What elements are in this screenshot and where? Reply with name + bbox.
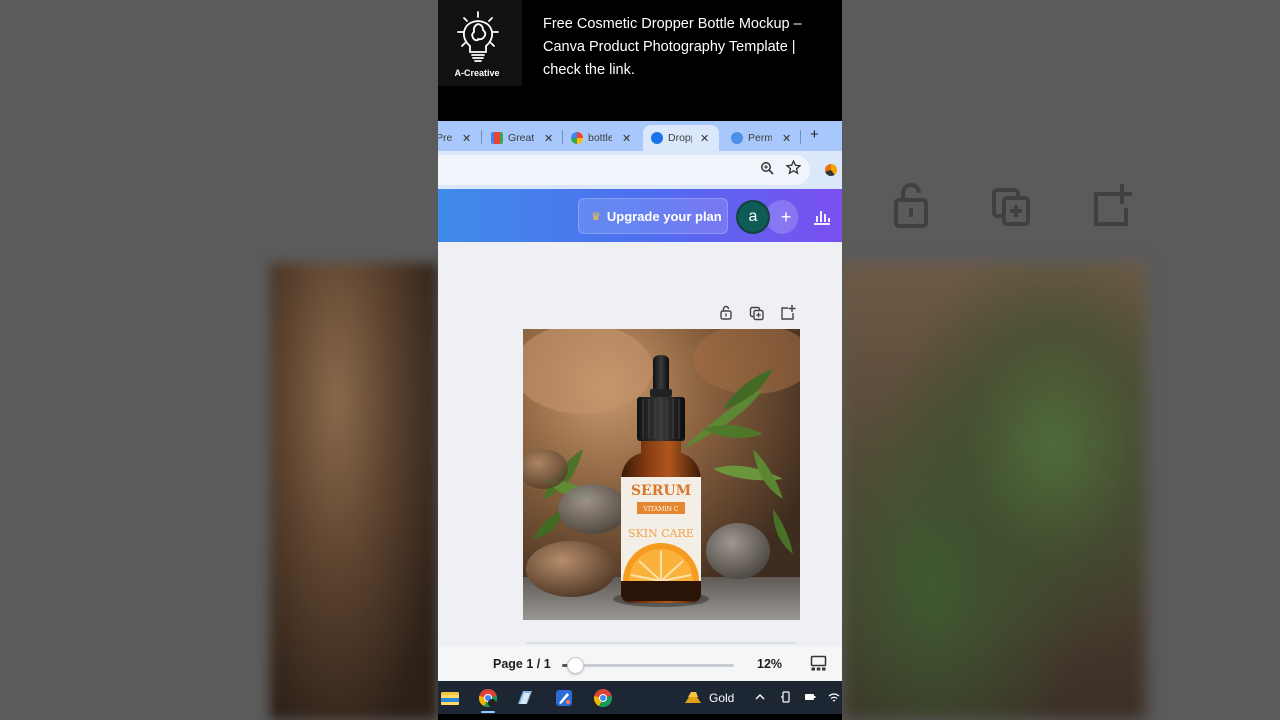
blurred-background-left — [0, 0, 438, 720]
label-title: SERUM — [631, 483, 691, 499]
tab-gmail[interactable]: Great ✕ — [491, 125, 553, 151]
gmail-icon — [491, 132, 503, 144]
address-row — [438, 151, 842, 189]
dropper-bottle-scene: SERUM VITAMIN C SKIN CARE — [523, 329, 800, 620]
blurred-photo-left — [270, 263, 438, 720]
new-tab-button[interactable]: + — [810, 126, 819, 143]
duplicate-icon — [992, 188, 1030, 226]
paint-app-icon[interactable] — [554, 688, 574, 708]
chrome-profile-icon[interactable] — [593, 688, 613, 708]
editor-footer: Page 1 / 1 12% — [438, 646, 842, 681]
close-tab-icon[interactable]: ✕ — [700, 132, 709, 145]
canva-header: ♛ Upgrade your plan + a — [438, 189, 842, 242]
lock-icon — [894, 183, 928, 228]
avatar[interactable]: a — [736, 200, 770, 234]
gold-label[interactable]: Gold — [709, 691, 734, 705]
bookmark-star-icon[interactable] — [786, 160, 801, 175]
design-canvas: SERUM VITAMIN C SKIN CARE Page 1 / 1 12% — [438, 242, 842, 681]
close-tab-icon[interactable]: ✕ — [782, 132, 791, 145]
video-title: Free Cosmetic Dropper Bottle Mockup – Ca… — [543, 16, 802, 78]
zoom-slider[interactable] — [562, 657, 734, 674]
label-sub: VITAMIN C — [643, 506, 679, 513]
tab-title: Perm — [748, 132, 772, 144]
video-frame: A-Creative Free Cosmetic Dropper Bottle … — [0, 0, 1280, 720]
tab-title: Pre — [438, 132, 452, 144]
add-page-icon[interactable] — [780, 304, 796, 320]
plus-label: + — [780, 206, 792, 227]
close-tab-icon[interactable]: ✕ — [622, 132, 631, 145]
label-line: SKIN CARE — [628, 527, 694, 540]
tab-perm[interactable]: Perm ✕ — [731, 125, 791, 151]
canva-icon — [651, 132, 663, 144]
upgrade-plan-button[interactable]: ♛ Upgrade your plan — [578, 198, 728, 234]
duplicate-page-icon[interactable] — [749, 305, 765, 321]
active-app-indicator — [481, 711, 495, 713]
screen-recording: A-Creative Free Cosmetic Dropper Bottle … — [438, 0, 842, 720]
channel-logo: A-Creative — [438, 0, 522, 86]
zoom-slider-handle[interactable] — [567, 657, 584, 674]
crown-icon: ♛ — [591, 210, 601, 223]
tab-canva-active[interactable]: Dropp ✕ — [643, 125, 719, 151]
lightbulb-icon — [457, 11, 499, 62]
windows-taskbar: Gold — [438, 681, 842, 714]
tab-divider — [800, 130, 801, 144]
notes-app-icon[interactable] — [515, 688, 535, 708]
page-divider — [526, 642, 796, 644]
page-indicator[interactable]: Page 1 / 1 — [493, 657, 551, 671]
browser-tab-bar: Pre ✕ Great ✕ bottle ✕ Dropp ✕ — [438, 121, 842, 151]
close-tab-icon[interactable]: ✕ — [544, 132, 553, 145]
blurred-page-tools — [890, 180, 1132, 230]
chrome-icon[interactable] — [478, 688, 498, 708]
zoom-icon[interactable] — [760, 161, 774, 175]
tab-title: Dropp — [668, 132, 692, 144]
grid-view-icon[interactable] — [810, 655, 827, 672]
analytics-icon[interactable] — [812, 206, 832, 226]
address-bar[interactable] — [438, 155, 810, 185]
upgrade-label: Upgrade your plan — [606, 208, 722, 224]
product-mockup-image[interactable]: SERUM VITAMIN C SKIN CARE — [523, 329, 800, 620]
blurred-photo-right — [842, 263, 1146, 720]
gold-price-icon[interactable] — [683, 688, 703, 708]
tab-google[interactable]: bottle ✕ — [571, 125, 631, 151]
tab-title: bottle — [588, 132, 612, 144]
battery-icon[interactable] — [804, 691, 816, 703]
close-tab-icon[interactable]: ✕ — [462, 132, 471, 145]
tab-divider — [562, 130, 563, 144]
globe-icon — [731, 132, 743, 144]
tray-device-icon[interactable] — [780, 691, 792, 703]
extension-icon[interactable] — [825, 164, 837, 176]
tab-pre[interactable]: Pre ✕ — [438, 125, 471, 151]
zoom-percentage[interactable]: 12% — [757, 657, 782, 671]
video-header: A-Creative Free Cosmetic Dropper Bottle … — [438, 0, 842, 121]
lock-icon[interactable] — [718, 304, 734, 320]
wifi-icon[interactable] — [828, 691, 840, 703]
tab-divider — [481, 130, 482, 144]
chevron-up-icon[interactable] — [754, 691, 766, 703]
tab-title: Great — [508, 132, 534, 144]
google-icon — [571, 132, 583, 144]
blurred-background-right — [842, 0, 1280, 720]
channel-name: A-Creative — [454, 68, 500, 78]
add-collaborator-button[interactable]: + — [766, 200, 798, 234]
file-explorer-icon[interactable] — [440, 688, 460, 708]
add-page-icon — [1094, 184, 1132, 226]
